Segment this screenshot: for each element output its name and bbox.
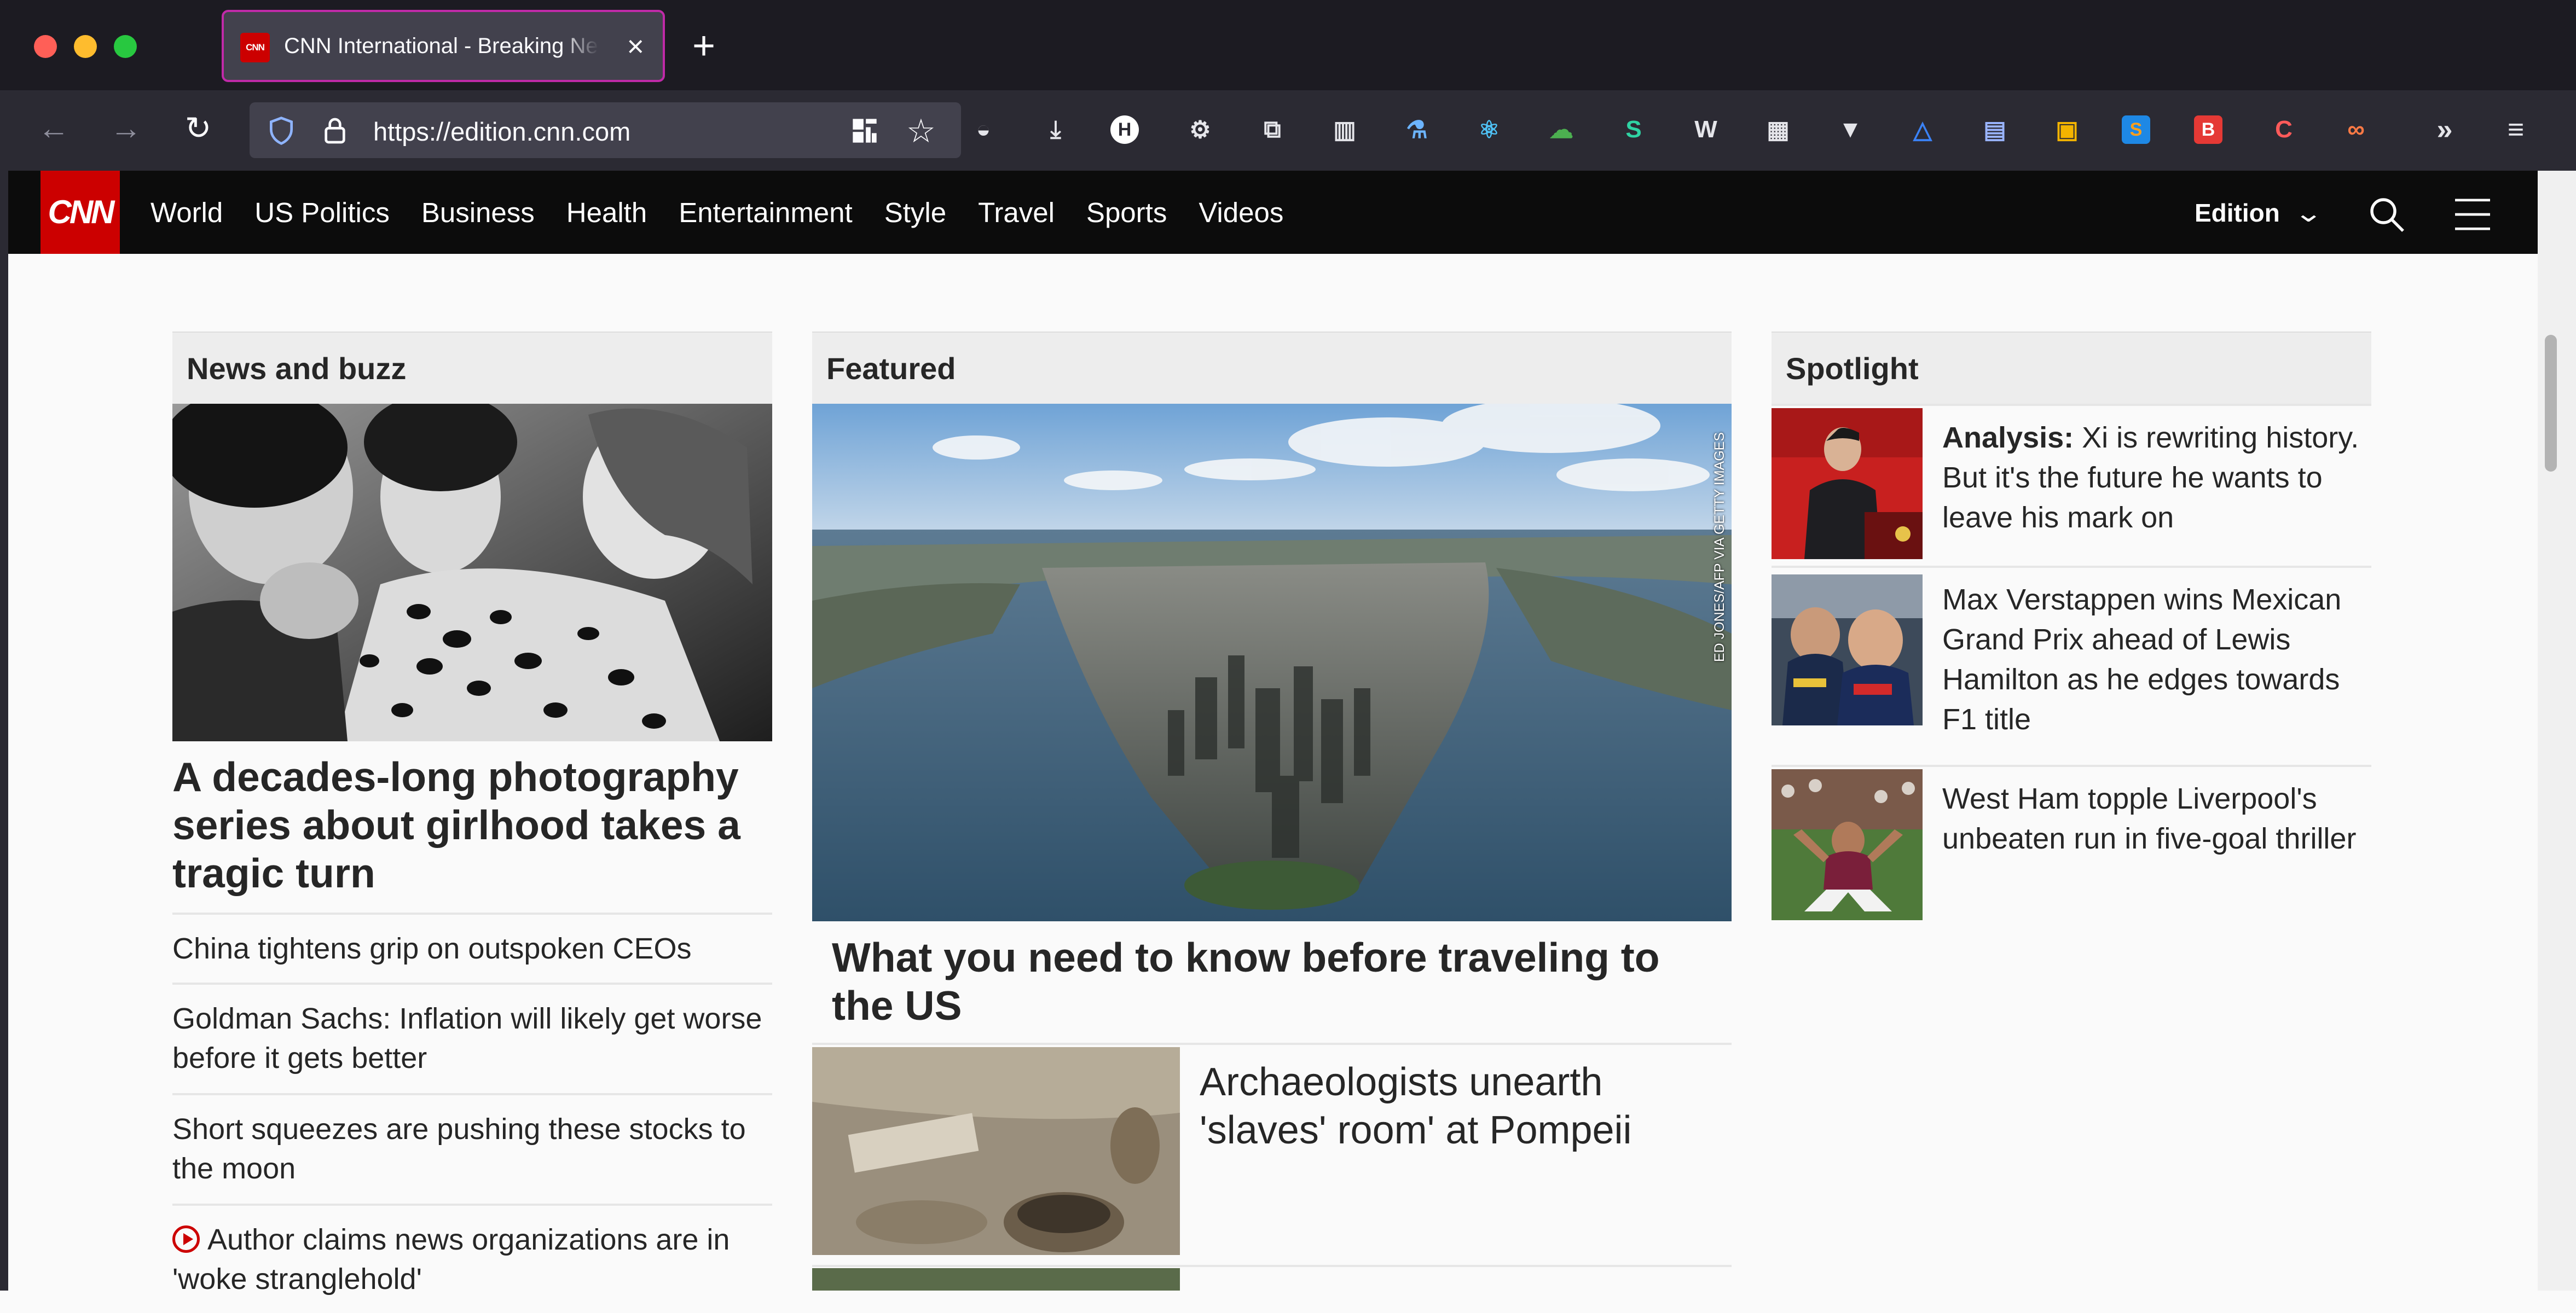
edition-label: Edition	[2195, 199, 2280, 227]
spotlight-headline: Analysis: Xi is rewriting history. But i…	[1942, 418, 2375, 538]
flask-icon[interactable]: ⚗	[1399, 112, 1434, 147]
image-credit: ED JONES/AFP VIA GETTY IMAGES	[1712, 432, 1727, 662]
news-buzz-item-label: Author claims news organizations are in …	[172, 1223, 730, 1295]
layout-icon[interactable]: ▤	[1977, 112, 2012, 147]
spotlight-item[interactable]: Max Verstappen wins Mexican Grand Prix a…	[1772, 566, 2371, 765]
news-buzz-item[interactable]: Goldman Sachs: Inflation will likely get…	[172, 983, 772, 1093]
minimize-window-button[interactable]	[74, 35, 97, 58]
cloud-icon[interactable]: ☁	[1544, 112, 1579, 147]
nav-sports[interactable]: Sports	[1086, 196, 1167, 229]
news-buzz-heading: News and buzz	[172, 332, 772, 404]
featured-heading: Featured	[812, 332, 1732, 404]
page-scrollbar-track[interactable]	[2538, 171, 2576, 1291]
news-buzz-lead-headline[interactable]: A decades-long photography series about …	[172, 753, 772, 897]
news-buzz-item-video[interactable]: Author claims news organizations are in …	[172, 1204, 772, 1313]
nav-business[interactable]: Business	[421, 196, 535, 229]
shield-icon[interactable]	[266, 115, 297, 146]
pocket-icon[interactable]: ◒	[966, 112, 1001, 147]
news-buzz-item[interactable]: Short squeezes are pushing these stocks …	[172, 1093, 772, 1204]
divider	[812, 1043, 1732, 1045]
extension-s2-icon[interactable]: S	[2122, 115, 2150, 144]
close-window-button[interactable]	[34, 35, 57, 58]
title-bar: CNN CNN International - Breaking News × …	[0, 0, 2576, 90]
screenshot-icon[interactable]: ⧉	[1255, 112, 1290, 147]
spotlight-item[interactable]: Analysis: Xi is rewriting history. But i…	[1772, 404, 2371, 566]
analysis-prefix: Analysis:	[1942, 421, 2074, 454]
featured-lead-headline[interactable]: What you need to know before traveling t…	[832, 933, 1718, 1030]
reload-button[interactable]: ↻	[176, 107, 220, 150]
extension-w-icon[interactable]: W	[1688, 112, 1723, 147]
gear-icon[interactable]: ⚙	[1183, 112, 1218, 147]
nav-world[interactable]: World	[150, 196, 223, 229]
west-ham-photo	[1772, 769, 1923, 920]
verstappen-photo	[1772, 574, 1923, 725]
back-button[interactable]: ←	[32, 107, 76, 150]
page-scrollbar-thumb[interactable]	[2545, 335, 2557, 472]
nav-style[interactable]: Style	[884, 196, 946, 229]
extension-c-icon[interactable]: C	[2266, 112, 2301, 147]
spotlight-headline: Max Verstappen wins Mexican Grand Prix a…	[1942, 583, 2342, 736]
window-left-edge	[0, 171, 8, 1291]
glasses-icon[interactable]: ∞	[2338, 112, 2374, 147]
news-buzz-item[interactable]: China tightens grip on outspoken CEOs	[172, 913, 772, 983]
bookmark-star-icon[interactable]: ☆	[906, 112, 936, 150]
spotlight-item[interactable]: West Ham topple Liverpool's unbeaten run…	[1772, 765, 2371, 923]
nav-videos[interactable]: Videos	[1199, 196, 1283, 229]
vue-icon[interactable]: ▼	[1833, 112, 1868, 147]
browser-window: CNN CNN International - Breaking News × …	[0, 0, 2576, 1295]
lock-icon[interactable]	[320, 115, 350, 146]
app-menu-icon[interactable]: ≡	[2498, 112, 2533, 147]
spotlight-heading: Spotlight	[1772, 332, 2371, 404]
extension-h-icon[interactable]: H	[1110, 115, 1139, 144]
overflow-chevron-icon[interactable]: »	[2427, 112, 2462, 147]
cnn-favicon-icon: CNN	[240, 33, 270, 62]
pompeii-photo[interactable]	[812, 1047, 1180, 1255]
extension-s-icon[interactable]: S	[1616, 112, 1651, 147]
nav-us-politics[interactable]: US Politics	[254, 196, 390, 229]
divider	[812, 1265, 1732, 1267]
xi-jinping-photo	[1772, 408, 1923, 559]
close-tab-icon[interactable]: ×	[627, 27, 644, 66]
nav-travel[interactable]: Travel	[978, 196, 1055, 229]
manhattan-aerial-photo[interactable]	[812, 404, 1732, 921]
download-icon[interactable]: ⤓	[1038, 112, 1073, 147]
new-tab-button[interactable]: +	[692, 20, 715, 72]
tab-title: CNN International - Breaking News	[284, 34, 599, 58]
react-icon[interactable]: ⚛	[1472, 112, 1507, 147]
apps-icon[interactable]: ▦	[1761, 112, 1796, 147]
browser-toolbar: ← → ↻ https://edition.cnn.com ☆ ◒ ⤓ H ⚙ ⧉ ▥ ⚗ ⚛…	[0, 90, 2576, 171]
active-tab[interactable]: CNN CNN International - Breaking News ×	[222, 10, 665, 82]
extension-b-icon[interactable]: B	[2194, 115, 2222, 144]
qr-code-icon[interactable]	[850, 117, 879, 145]
cnn-navbar: CNN World US Politics Business Health En…	[8, 171, 2538, 254]
chevron-down-icon: ⌄	[2293, 199, 2323, 227]
cnn-nav-links: World US Politics Business Health Entert…	[150, 171, 1315, 254]
edition-dropdown[interactable]: Edition ⌄	[2195, 198, 2323, 228]
girlhood-photo[interactable]	[172, 404, 772, 741]
spotlight-headline: West Ham topple Liverpool's unbeaten run…	[1942, 782, 2357, 855]
hamburger-menu-icon[interactable]	[2453, 197, 2492, 232]
nav-entertainment[interactable]: Entertainment	[679, 196, 853, 229]
featured-second-headline[interactable]: Archaeologists unearth 'slaves' room' at…	[1200, 1058, 1714, 1154]
zoom-window-button[interactable]	[114, 35, 137, 58]
nav-health[interactable]: Health	[566, 196, 647, 229]
grid-icon[interactable]: ▥	[1327, 112, 1362, 147]
play-video-icon	[172, 1225, 200, 1253]
cnn-logo[interactable]: CNN	[40, 171, 120, 254]
color-grid-icon[interactable]: ▣	[2050, 112, 2085, 147]
forward-button[interactable]: →	[104, 107, 148, 150]
address-bar[interactable]: https://edition.cnn.com ☆	[250, 102, 961, 158]
url-text: https://edition.cnn.com	[373, 117, 631, 146]
search-icon[interactable]	[2367, 195, 2406, 234]
next-story-photo[interactable]	[812, 1268, 1180, 1291]
triangle-icon[interactable]: △	[1905, 112, 1940, 147]
